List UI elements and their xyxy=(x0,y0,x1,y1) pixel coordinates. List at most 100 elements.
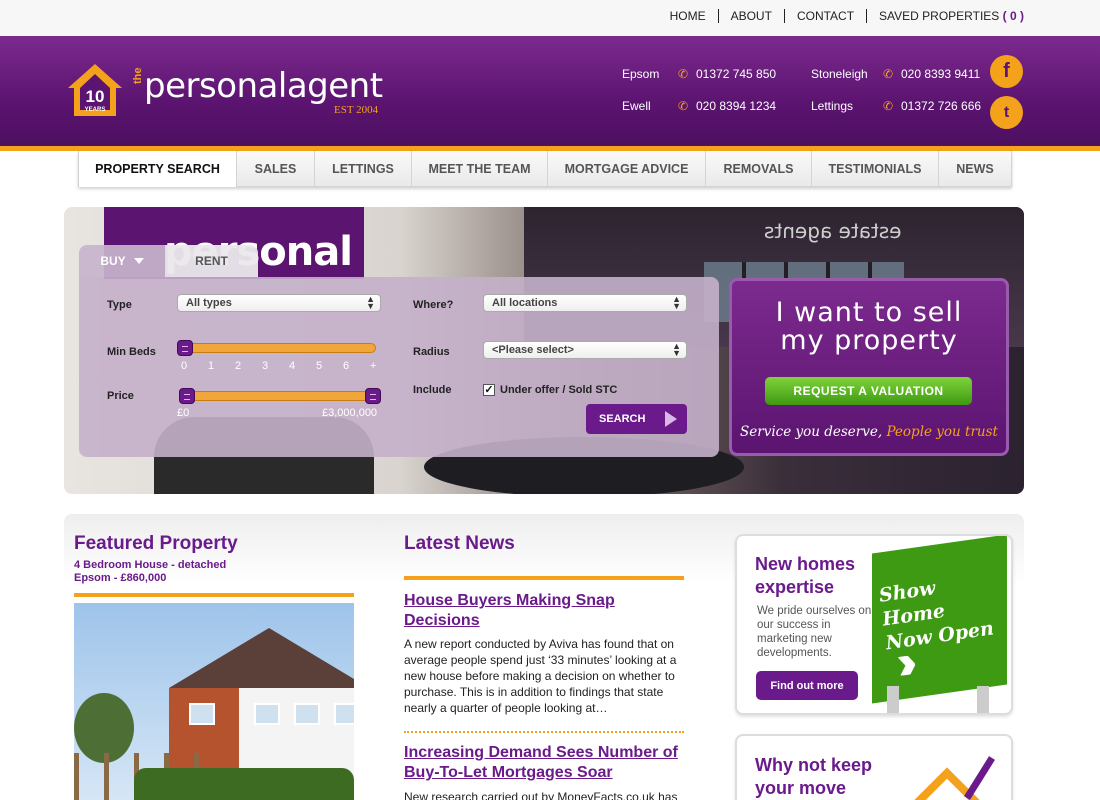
type-select[interactable]: All types ▲ ▼ xyxy=(177,294,381,312)
photo-house-roof xyxy=(169,628,354,688)
tab-rent[interactable]: RENT xyxy=(165,245,258,277)
include-label: Include xyxy=(413,384,452,396)
moving-promo-title: Why not keep your move xyxy=(755,755,873,798)
bed-tick: + xyxy=(370,360,377,372)
facebook-glyph: f xyxy=(1003,60,1010,82)
where-label: Where? xyxy=(413,299,454,311)
nav-news[interactable]: NEWS xyxy=(939,151,1011,187)
nav-mortgage-advice[interactable]: MORTGAGE ADVICE xyxy=(548,151,706,187)
select-arrows-icon: ▲ ▼ xyxy=(672,294,681,311)
contact-phone[interactable]: 020 8394 1234 xyxy=(696,99,776,113)
radius-select-value: <Please select> xyxy=(492,344,574,356)
price-label: Price xyxy=(107,390,134,402)
bed-tick: 2 xyxy=(235,360,242,372)
top-nav-contact[interactable]: CONTACT xyxy=(783,9,866,23)
photo-hedge xyxy=(134,768,354,800)
saved-count: ( 0 ) xyxy=(1002,9,1024,23)
under-offer-checkbox[interactable]: ✓ xyxy=(483,384,495,396)
bed-tick: 6 xyxy=(343,360,350,372)
news-excerpt: New research carried out by MoneyFacts.c… xyxy=(404,790,678,800)
twitter-icon[interactable]: t xyxy=(990,96,1023,129)
tab-rent-label: RENT xyxy=(195,254,228,268)
house-logo-icon: 10 YEARS xyxy=(68,64,122,116)
saved-properties-label: SAVED PROPERTIES xyxy=(879,9,1000,23)
logo-est: EST 2004 xyxy=(334,104,379,116)
nav-testimonials[interactable]: TESTIMONIALS xyxy=(812,151,939,187)
featured-property-title: Featured Property xyxy=(74,533,238,554)
tab-buy[interactable]: BUY xyxy=(79,245,165,277)
price-max-label: £3,000,000 xyxy=(322,407,378,419)
news-headline[interactable]: Increasing Demand Sees Number of Buy-To-… xyxy=(404,743,684,783)
bed-tick: 5 xyxy=(316,360,323,372)
find-out-more-button[interactable]: Find out more xyxy=(756,671,858,700)
contact-stoneleigh: Stoneleigh ✆ 020 8393 9411 xyxy=(811,67,991,83)
top-nav-saved-properties[interactable]: SAVED PROPERTIES ( 0 ) xyxy=(866,9,1024,23)
contact-phone[interactable]: 01372 726 666 xyxy=(901,99,981,113)
logo-badge-number: 10 xyxy=(86,87,105,106)
radius-label: Radius xyxy=(413,346,450,358)
min-beds-label: Min Beds xyxy=(107,346,156,358)
where-select[interactable]: All locations ▲ ▼ xyxy=(483,294,687,312)
min-beds-slider[interactable] xyxy=(184,343,376,353)
search-button[interactable]: SEARCH xyxy=(586,404,687,434)
news-excerpt: A new report conducted by Aviva has foun… xyxy=(404,637,677,715)
price-min-handle[interactable] xyxy=(179,388,195,404)
min-beds-handle[interactable] xyxy=(177,340,193,356)
contact-phone[interactable]: 01372 745 850 xyxy=(696,67,776,81)
nav-sales[interactable]: SALES xyxy=(237,151,315,187)
contact-place: Stoneleigh xyxy=(811,67,868,81)
contact-place: Lettings xyxy=(811,99,854,113)
request-valuation-button[interactable]: REQUEST A VALUATION xyxy=(765,377,972,405)
twitter-glyph: t xyxy=(1003,103,1010,121)
featured-property-summary: 4 Bedroom House - detached Epsom - £860,… xyxy=(74,559,226,585)
site-logo[interactable]: 10 YEARS the personalagent EST 2004 xyxy=(66,62,396,122)
phone-icon: ✆ xyxy=(883,99,894,113)
chevron-down-icon xyxy=(133,258,144,264)
top-nav-home[interactable]: HOME xyxy=(658,9,718,23)
latest-news-title: Latest News xyxy=(404,533,515,554)
featured-property-price: Epsom - £860,000 xyxy=(74,572,167,584)
top-nav-about[interactable]: ABOUT xyxy=(717,9,784,23)
nav-lettings[interactable]: LETTINGS xyxy=(315,151,412,187)
news-divider xyxy=(404,576,684,580)
radius-select[interactable]: <Please select> ▲ ▼ xyxy=(483,341,687,359)
nav-property-search[interactable]: PROPERTY SEARCH xyxy=(79,151,237,187)
where-select-value: All locations xyxy=(492,297,558,309)
bed-tick: 3 xyxy=(262,360,269,372)
tagline-part1: Service you deserve, xyxy=(740,424,883,440)
contact-lettings: Lettings ✆ 01372 726 666 xyxy=(811,99,991,115)
moving-promo[interactable]: Why not keep your move xyxy=(735,734,1013,800)
featured-property-photo[interactable] xyxy=(74,603,354,800)
bed-tick: 1 xyxy=(208,360,215,372)
select-arrows-icon: ▲ ▼ xyxy=(672,341,681,358)
hero-window-text: estate agents xyxy=(764,219,902,243)
photo-window xyxy=(334,703,354,725)
new-homes-promo[interactable]: Show Home Now Open ››› New homes experti… xyxy=(735,534,1013,715)
facebook-icon[interactable]: f xyxy=(990,55,1023,88)
phone-icon: ✆ xyxy=(883,67,894,81)
top-nav: HOME ABOUT CONTACT SAVED PROPERTIES ( 0 … xyxy=(658,9,1024,23)
contact-phone[interactable]: 020 8393 9411 xyxy=(901,67,980,81)
photo-window xyxy=(254,703,280,725)
sell-property-panel: I want to sell my property REQUEST A VAL… xyxy=(729,278,1009,456)
sell-heading: I want to sell my property xyxy=(732,299,1006,355)
sell-heading-line1: I want to sell xyxy=(775,297,963,328)
price-slider[interactable] xyxy=(184,391,376,401)
contact-ewell: Ewell ✆ 020 8394 1234 xyxy=(622,99,792,115)
sign-post xyxy=(977,686,989,713)
price-max-handle[interactable] xyxy=(365,388,381,404)
featured-divider xyxy=(74,593,354,597)
nav-removals[interactable]: REMOVALS xyxy=(706,151,812,187)
contact-epsom: Epsom ✆ 01372 745 850 xyxy=(622,67,792,83)
top-bar: HOME ABOUT CONTACT SAVED PROPERTIES ( 0 … xyxy=(0,0,1100,36)
price-min-label: £0 xyxy=(177,407,190,419)
type-label: Type xyxy=(107,299,132,311)
play-arrow-icon xyxy=(665,411,677,427)
news-headline[interactable]: House Buyers Making Snap Decisions xyxy=(404,591,684,631)
tagline-part2: People you trust xyxy=(886,424,998,440)
featured-property-desc[interactable]: 4 Bedroom House - detached xyxy=(74,559,226,572)
photo-window xyxy=(294,703,320,725)
type-select-value: All types xyxy=(186,297,232,309)
nav-meet-the-team[interactable]: MEET THE TEAM xyxy=(412,151,548,187)
new-homes-text: We pride ourselves on our success in mar… xyxy=(757,605,872,659)
